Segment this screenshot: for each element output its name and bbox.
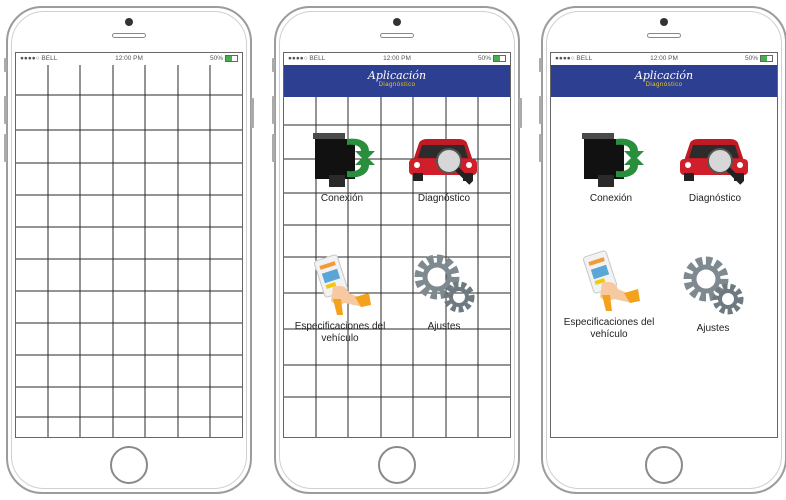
status-bar: ●●●●○ BELL 12:00 PM 50% [551, 53, 777, 65]
menu-item-especificaciones[interactable]: Especificaciones del vehículo [561, 249, 657, 341]
wireframe-grid [16, 65, 242, 437]
earpiece-speaker [112, 33, 146, 38]
volume-down-button [272, 134, 275, 162]
menu-label-diagnostico: Diagnóstico [417, 193, 471, 204]
car-magnifier-icon [680, 139, 748, 185]
menu-label-conexion: Conexión [320, 193, 364, 204]
battery-icon [493, 54, 506, 62]
menu-item-ajustes[interactable]: Ajustes [665, 253, 761, 335]
menu-label-ajustes: Ajustes [696, 323, 730, 334]
app-subtitle: Diagnóstico [645, 82, 683, 88]
phone-mockup-final: ●●●●○ BELL 12:00 PM 50% Aplicación Diagn… [539, 6, 786, 494]
volume-up-button [539, 96, 542, 124]
battery-icon [225, 54, 238, 62]
front-camera [125, 18, 133, 26]
menu-item-especificaciones[interactable]: Especificaciones del vehículo [292, 253, 388, 345]
battery-indicator: 50% [478, 53, 506, 65]
phone-wireframe: ●●●●○ BELL 12:00 PM 50% [4, 6, 254, 494]
front-camera [660, 18, 668, 26]
battery-indicator: 50% [210, 53, 238, 65]
front-camera [393, 18, 401, 26]
status-bar: ●●●●○ BELL 12:00 PM 50% [16, 53, 242, 65]
app-header: Aplicación Diagnóstico [551, 65, 777, 97]
menu-label-especificaciones: Especificaciones del vehículo [563, 317, 655, 340]
status-time: 12:00 PM [115, 55, 143, 62]
phone-mockup-grid: ●●●●○ BELL 12:00 PM 50% Aplicación Diagn… [272, 6, 522, 494]
hand-phone-icon [313, 254, 371, 315]
status-time: 12:00 PM [650, 55, 678, 62]
power-button [519, 98, 522, 128]
menu-item-diagnostico[interactable]: Diagnóstico [396, 131, 492, 205]
home-button[interactable] [110, 446, 148, 484]
volume-down-button [539, 134, 542, 162]
power-button [251, 98, 254, 128]
menu-label-especificaciones: Especificaciones del vehículo [294, 321, 386, 344]
mute-switch [272, 58, 275, 72]
screen: ●●●●○ BELL 12:00 PM 50% Aplicación Diagn… [283, 52, 511, 438]
battery-indicator: 50% [745, 53, 773, 65]
app-subtitle: Diagnóstico [378, 82, 416, 88]
menu-label-ajustes: Ajustes [427, 321, 461, 332]
app-title: Aplicación [367, 69, 427, 82]
menu-item-conexion[interactable]: Conexión [294, 131, 390, 205]
menu-item-conexion[interactable]: Conexión [563, 131, 659, 205]
battery-icon [760, 54, 773, 62]
mute-switch [539, 58, 542, 72]
gears-icon [683, 256, 744, 315]
gears-icon [414, 254, 475, 313]
car-magnifier-icon [409, 139, 477, 185]
app-title: Aplicación [634, 69, 694, 82]
hand-phone-icon [582, 250, 640, 311]
earpiece-speaker [647, 33, 681, 38]
volume-up-button [272, 96, 275, 124]
obd-connector-icon [582, 133, 644, 187]
screen: ●●●●○ BELL 12:00 PM 50% Aplicación Diagn… [550, 52, 778, 438]
obd-connector-icon [313, 133, 375, 187]
battery-percent: 50% [744, 55, 758, 62]
app-header: Aplicación Diagnóstico [284, 65, 510, 97]
battery-percent: 50% [209, 55, 223, 62]
status-time: 12:00 PM [383, 55, 411, 62]
screen: ●●●●○ BELL 12:00 PM 50% [15, 52, 243, 438]
home-button[interactable] [378, 446, 416, 484]
volume-up-button [4, 96, 7, 124]
menu-label-conexion: Conexión [589, 193, 633, 204]
volume-down-button [4, 134, 7, 162]
status-bar: ●●●●○ BELL 12:00 PM 50% [284, 53, 510, 65]
menu-label-diagnostico: Diagnóstico [688, 193, 742, 204]
earpiece-speaker [380, 33, 414, 38]
home-button[interactable] [645, 446, 683, 484]
menu-item-diagnostico[interactable]: Diagnóstico [667, 131, 763, 205]
mute-switch [4, 58, 7, 72]
battery-percent: 50% [477, 55, 491, 62]
menu-item-ajustes[interactable]: Ajustes [396, 251, 492, 333]
